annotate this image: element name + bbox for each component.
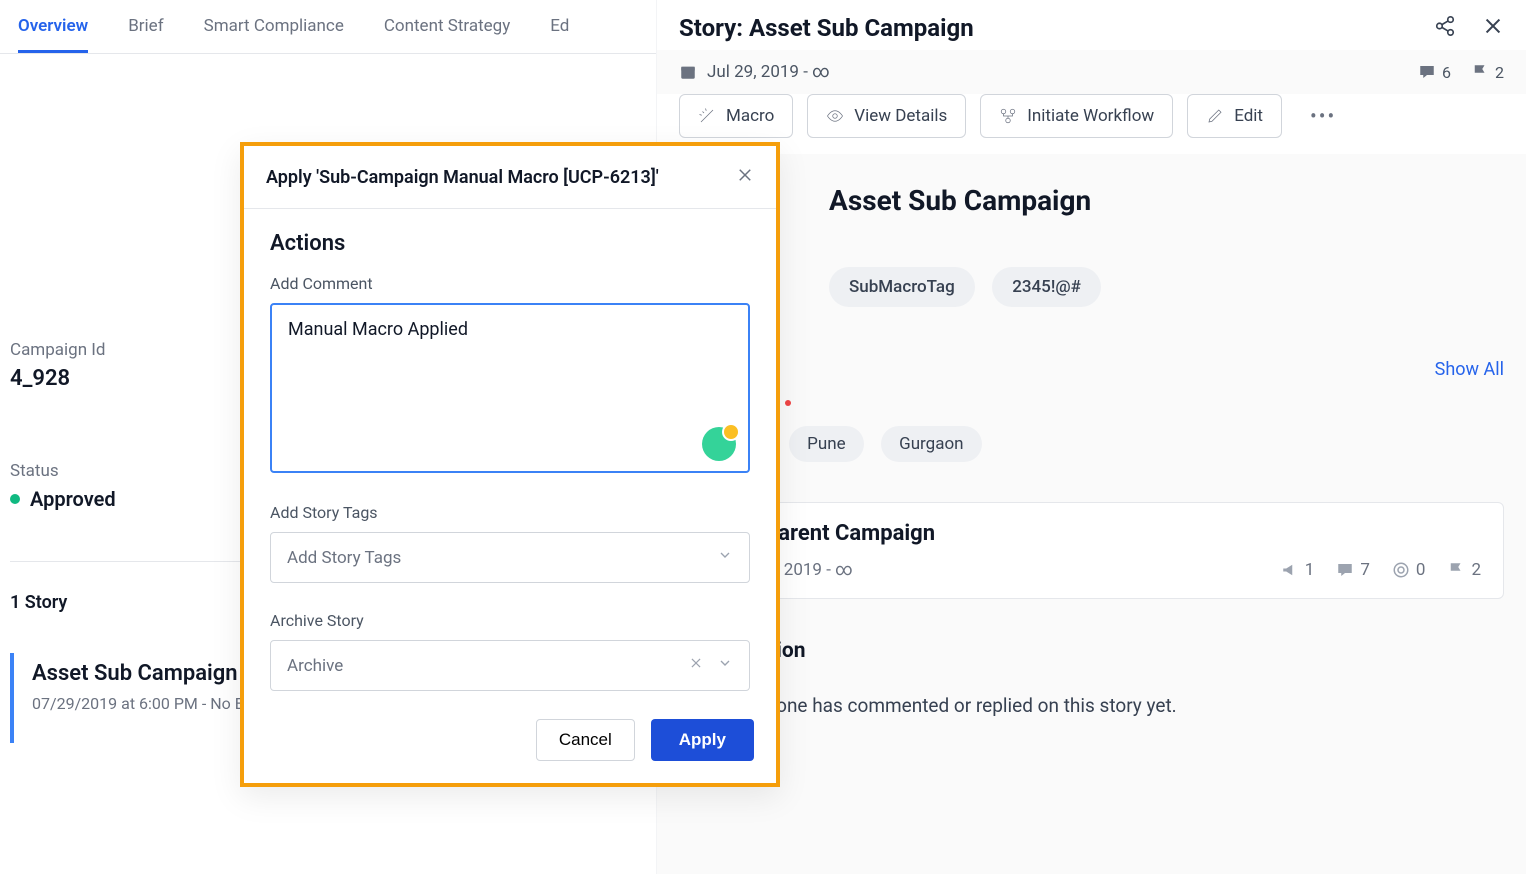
flag-count[interactable]: 2: [1471, 63, 1504, 82]
city-chip[interactable]: Pune: [789, 426, 864, 462]
share-icon[interactable]: [1434, 15, 1456, 41]
collaboration-section: Collaboration No one has commented or re…: [679, 639, 1504, 725]
tag-chip-row: SubMacroTag 2345!@#: [829, 267, 1504, 307]
collaboration-empty-message: No one has commented or replied on this …: [747, 694, 1177, 717]
tab-content-strategy[interactable]: Content Strategy: [384, 16, 510, 53]
avatar-icon: [702, 427, 736, 461]
comment-text: Manual Macro Applied: [288, 319, 468, 340]
parent-stat-flag: 2: [1447, 560, 1481, 580]
calendar-icon: [679, 63, 697, 81]
edit-button[interactable]: Edit: [1187, 94, 1282, 138]
tab-truncated[interactable]: Ed: [550, 16, 569, 53]
chevron-down-icon: [717, 655, 733, 676]
comment-input[interactable]: Manual Macro Applied: [270, 303, 750, 473]
panel-title: Story: Asset Sub Campaign: [679, 14, 974, 42]
collaboration-title: Collaboration: [679, 639, 1504, 663]
show-all-link[interactable]: Show All: [1435, 359, 1504, 380]
modal-title: Apply 'Sub-Campaign Manual Macro [UCP-62…: [266, 167, 659, 188]
city-chip[interactable]: Gurgaon: [881, 426, 981, 462]
more-menu-icon[interactable]: •••: [1296, 94, 1350, 138]
chevron-down-icon: [717, 547, 733, 568]
status-dot-icon: [10, 494, 20, 504]
panel-date: Jul 29, 2019 - ∞: [679, 62, 830, 82]
indicator-dot-icon: [785, 400, 791, 406]
wand-icon: [698, 107, 716, 125]
flag-icon: [1447, 561, 1465, 579]
parent-stat-megaphone: 1: [1281, 560, 1315, 580]
add-comment-label: Add Comment: [270, 274, 750, 293]
tag-chip[interactable]: 2345!@#: [992, 267, 1101, 307]
parent-campaign-title: Asset Parent Campaign: [702, 521, 1481, 546]
city-chip-row: ngalore Pune Gurgaon: [679, 426, 1504, 462]
tab-brief[interactable]: Brief: [128, 16, 163, 53]
status-label: Status: [10, 461, 59, 481]
flag-icon: [1471, 63, 1489, 81]
story-panel: Story: Asset Sub Campaign Jul 29, 2019 -…: [656, 0, 1526, 874]
comment-icon: [1418, 63, 1436, 81]
add-story-tags-select[interactable]: Add Story Tags: [270, 532, 750, 583]
apply-button[interactable]: Apply: [651, 719, 754, 761]
tab-overview[interactable]: Overview: [18, 16, 88, 53]
parent-stat-target: 0: [1392, 560, 1426, 580]
apply-macro-modal: Apply 'Sub-Campaign Manual Macro [UCP-62…: [240, 142, 780, 787]
workflow-icon: [999, 107, 1017, 125]
macro-button[interactable]: Macro: [679, 94, 793, 138]
modal-close-button[interactable]: [736, 166, 754, 188]
comment-count[interactable]: 6: [1418, 63, 1451, 82]
pencil-icon: [1206, 107, 1224, 125]
parent-stat-comments: 7: [1336, 560, 1370, 580]
tag-chip[interactable]: SubMacroTag: [829, 267, 975, 307]
tab-smart-compliance[interactable]: Smart Compliance: [204, 16, 344, 53]
actions-heading: Actions: [270, 231, 750, 256]
view-details-button[interactable]: View Details: [807, 94, 966, 138]
archive-story-label: Archive Story: [270, 611, 750, 630]
close-icon: [736, 166, 754, 184]
close-icon[interactable]: [1482, 15, 1504, 41]
target-icon: [1392, 561, 1410, 579]
clear-icon[interactable]: [689, 655, 703, 676]
eye-icon: [826, 107, 844, 125]
archive-story-value: Archive: [287, 656, 343, 676]
cancel-button[interactable]: Cancel: [536, 719, 635, 761]
add-story-tags-placeholder: Add Story Tags: [287, 548, 401, 568]
comment-icon: [1336, 561, 1354, 579]
story-subtitle: Asset Sub Campaign: [829, 184, 1504, 217]
megaphone-icon: [1281, 561, 1299, 579]
add-story-tags-label: Add Story Tags: [270, 503, 750, 522]
archive-story-select[interactable]: Archive: [270, 640, 750, 691]
parent-campaign-card[interactable]: Asset Parent Campaign Jul 29, 2019 - ∞ 1…: [679, 502, 1504, 599]
initiate-workflow-button[interactable]: Initiate Workflow: [980, 94, 1173, 138]
status-value: Approved: [30, 487, 116, 511]
